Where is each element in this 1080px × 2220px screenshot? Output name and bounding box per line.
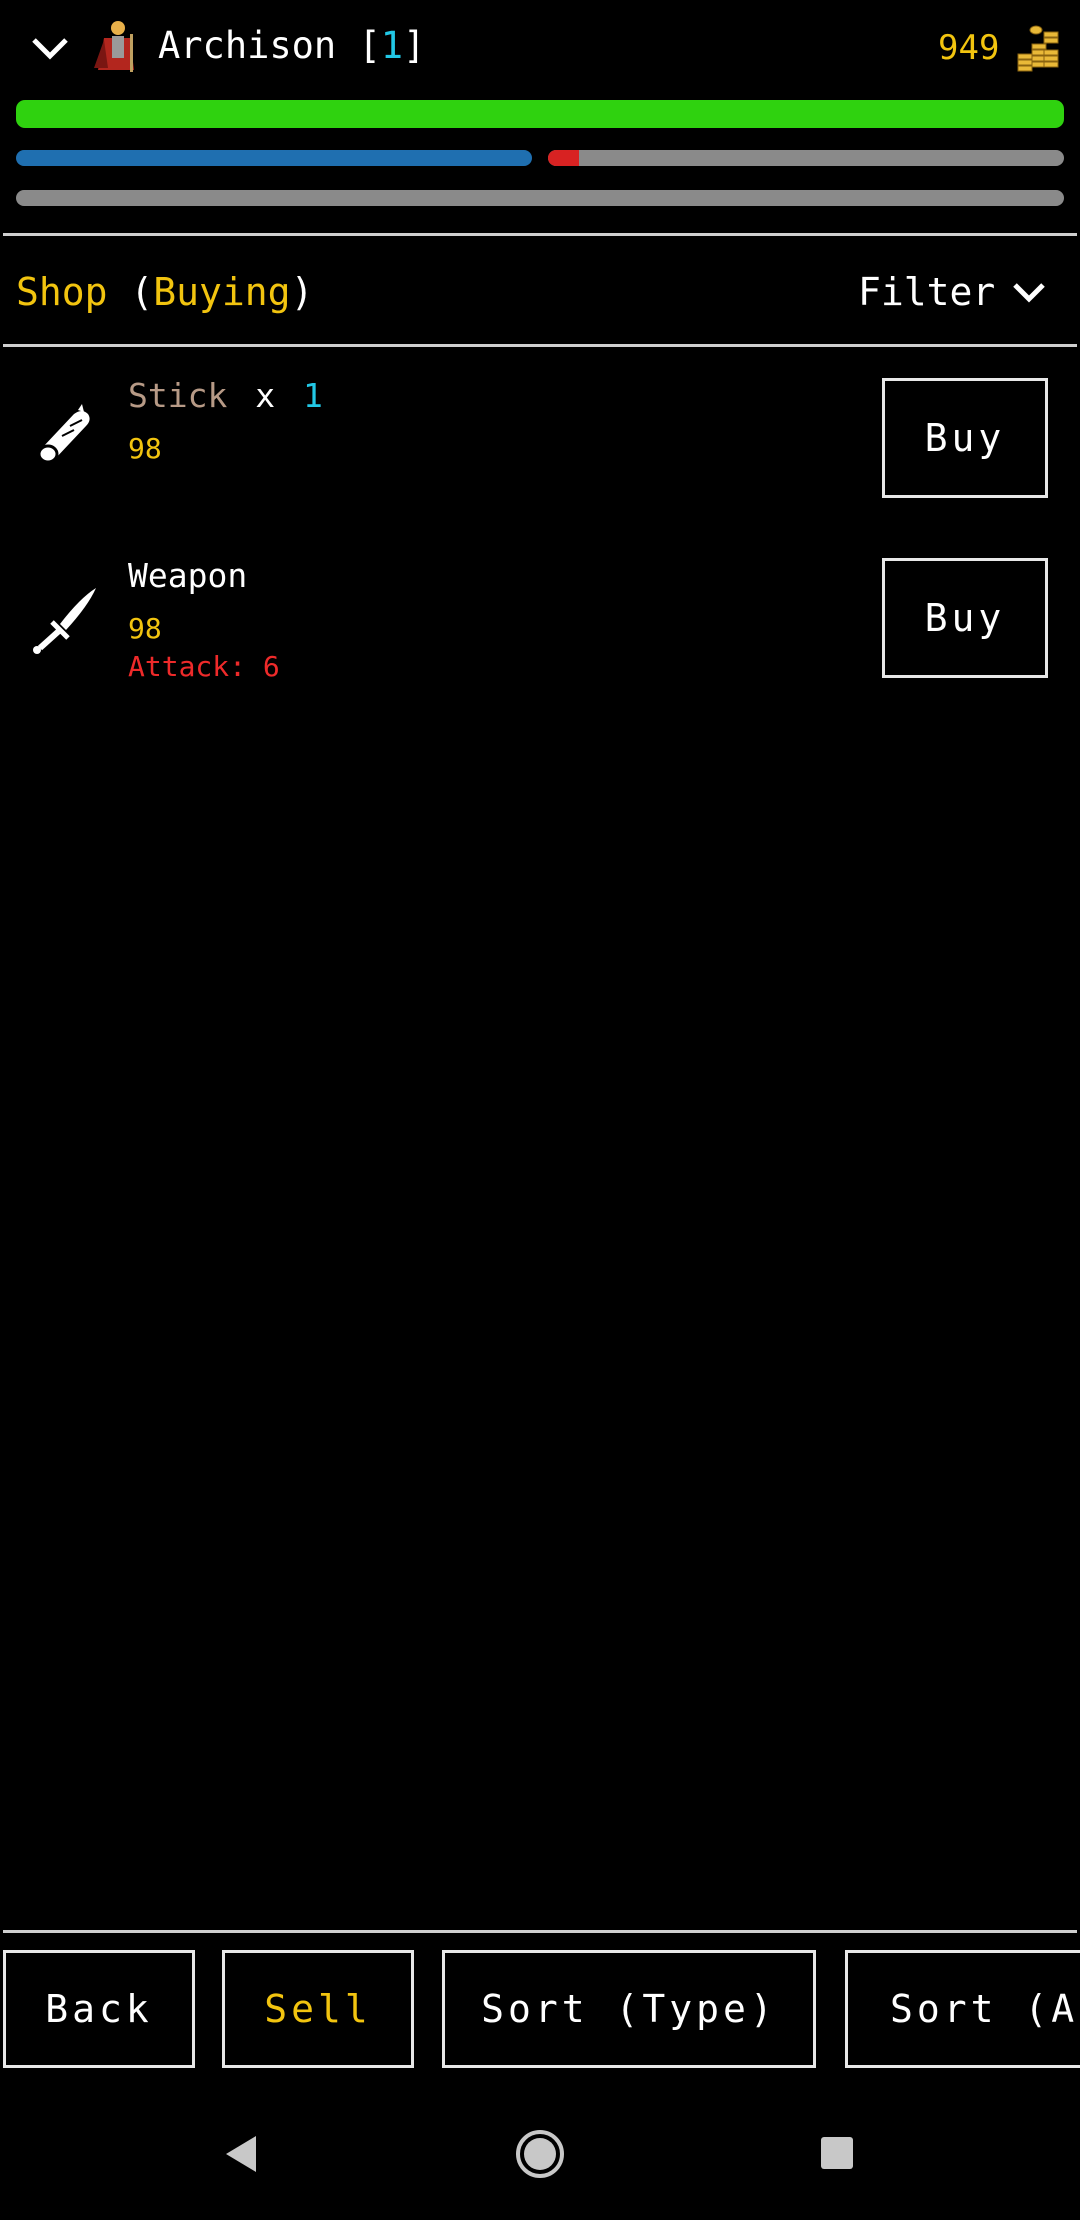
list-item: Stick x 1 98 Buy [0, 370, 1080, 510]
dagger-icon [33, 588, 96, 654]
footer-divider [3, 1930, 1077, 1933]
character-level: 1 [380, 24, 404, 67]
sort-alpha-label: Sort (A [890, 1987, 1079, 2031]
character-name: Archison [158, 24, 337, 67]
character-title: Archison [1] [158, 24, 425, 67]
quantity-prefix: x [255, 376, 276, 415]
shop-title: Shop (Buying) [16, 270, 313, 314]
experience-bar [16, 190, 1064, 206]
filter-dropdown[interactable]: Filter [858, 270, 1049, 314]
title-divider [3, 344, 1077, 347]
stamina-bar [548, 150, 1064, 166]
level-close: ] [403, 24, 426, 67]
item-price: 98 [128, 432, 162, 465]
square-recents-icon [821, 2137, 853, 2169]
sell-button[interactable]: Sell [222, 1950, 414, 2068]
nav-recents-button[interactable] [818, 2134, 856, 2172]
buy-button[interactable]: Buy [882, 378, 1048, 498]
stamina-bar-fill [548, 150, 579, 166]
health-bar [16, 100, 1064, 128]
item-name-text: Stick [128, 376, 228, 415]
stat-label: Attack [128, 650, 230, 683]
item-icon-wrap [30, 400, 100, 470]
nav-back-button[interactable] [220, 2132, 264, 2176]
sort-type-button[interactable]: Sort (Type) [442, 1950, 816, 2068]
stat-value: 6 [262, 650, 280, 683]
item-price: 98 [128, 612, 162, 645]
shop-mode: Buying [153, 270, 291, 314]
health-bar-fill [16, 100, 1064, 128]
chevron-down-icon [32, 38, 68, 60]
level-open: [ [358, 24, 381, 67]
mana-bar [16, 150, 532, 166]
mode-close: ) [290, 270, 314, 314]
shop-title-text: Shop [16, 270, 108, 314]
item-name: Weapon [128, 556, 248, 595]
list-item: Weapon 98 Attack: 6 Buy [0, 550, 1080, 690]
item-name: Stick x 1 [128, 376, 323, 415]
filter-label: Filter [858, 270, 996, 314]
character-avatar [90, 18, 142, 74]
nav-home-button[interactable] [514, 2128, 566, 2180]
gold-icon-wrap [1014, 24, 1060, 72]
item-quantity: 1 [302, 376, 323, 415]
triangle-back-icon [226, 2136, 256, 2172]
item-stat: Attack: 6 [128, 650, 280, 683]
collapse-button[interactable] [28, 30, 72, 66]
header-divider [3, 233, 1077, 236]
gold-amount: 949 [938, 28, 1000, 68]
stat-sep: : [229, 650, 247, 683]
back-button[interactable]: Back [3, 1950, 195, 2068]
item-icon-wrap [30, 584, 100, 654]
buy-button[interactable]: Buy [882, 558, 1048, 678]
knight-avatar-icon [94, 21, 134, 72]
circle-home-icon [516, 2130, 564, 2178]
stick-icon [37, 404, 90, 464]
chevron-down-icon [1013, 283, 1046, 303]
sort-alpha-button[interactable]: Sort (A [845, 1950, 1080, 2068]
gold-coins-icon [1017, 25, 1059, 72]
mode-open: ( [130, 270, 154, 314]
mana-bar-fill [16, 150, 532, 166]
